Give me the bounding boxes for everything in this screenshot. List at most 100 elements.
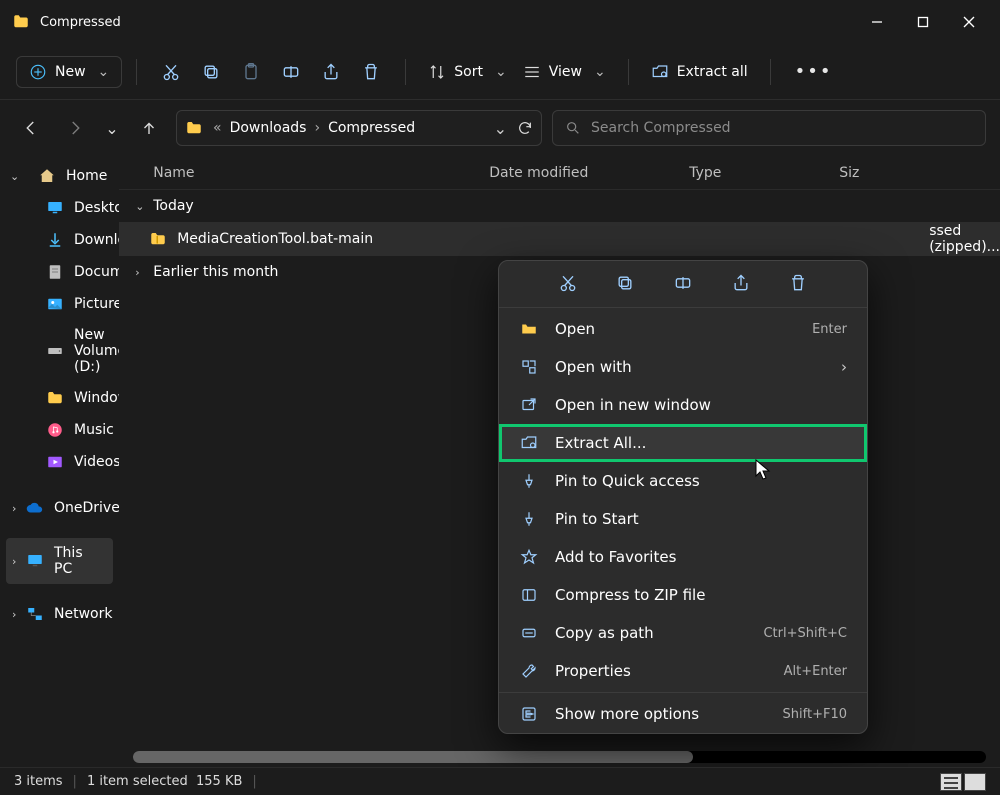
icons-view-icon[interactable] [964, 773, 986, 791]
path-icon [519, 623, 539, 643]
forward-button[interactable] [58, 111, 92, 145]
group-today[interactable]: ⌄ Today [119, 190, 1000, 222]
chevron-right-icon: › [12, 502, 16, 515]
close-button[interactable] [946, 0, 992, 44]
chevron-down-icon[interactable]: ⌄ [494, 119, 507, 138]
file-type: ssed (zipped)... [929, 223, 1000, 255]
sidebar-item-documents[interactable]: Documents 📌 [6, 256, 113, 288]
column-date[interactable]: Date modified [489, 165, 689, 181]
ctx-copy-button[interactable] [613, 271, 637, 295]
search-icon [565, 120, 581, 136]
ctx-copypath[interactable]: Copy as path Ctrl+Shift+C [499, 614, 867, 652]
column-name[interactable]: Name [119, 165, 489, 181]
chevron-down-icon: ⌄ [594, 64, 606, 80]
sidebar-label: OneDrive - Personal [54, 500, 119, 516]
share-button[interactable] [311, 52, 351, 92]
delete-button[interactable] [351, 52, 391, 92]
sidebar-item-desktop[interactable]: Desktop 📌 [6, 192, 113, 224]
ctx-addfavorites[interactable]: Add to Favorites [499, 538, 867, 576]
group-label: Earlier this month [153, 264, 278, 280]
ctx-open[interactable]: Open Enter [499, 310, 867, 348]
sidebar-item-pictures[interactable]: Pictures 📌 [6, 288, 113, 320]
ctx-newwindow[interactable]: Open in new window [499, 386, 867, 424]
more-icon [519, 704, 539, 724]
ctx-share-button[interactable] [729, 271, 753, 295]
ctx-label: Open [555, 320, 796, 338]
ctx-extractall[interactable]: Extract All... [499, 424, 867, 462]
breadcrumb-seg2[interactable]: Compressed [328, 120, 415, 136]
sidebar-item-windows[interactable]: Windows [6, 382, 113, 414]
chevron-right-icon: › [12, 608, 16, 621]
column-type[interactable]: Type [689, 165, 839, 181]
zip-icon [519, 585, 539, 605]
column-size[interactable]: Siz [839, 165, 899, 181]
documents-icon [46, 263, 64, 281]
recent-locations-button[interactable]: ⌄ [102, 111, 122, 145]
extract-all-button[interactable]: Extract all [643, 63, 756, 81]
sidebar-item-newvolume[interactable]: New Volume (D:) [6, 320, 113, 382]
column-headers: Name Date modified Type Siz [119, 156, 1000, 190]
ctx-properties[interactable]: Properties Alt+Enter [499, 652, 867, 690]
maximize-button[interactable] [900, 0, 946, 44]
sidebar-item-music[interactable]: Music [6, 414, 113, 446]
paste-button[interactable] [231, 52, 271, 92]
more-button[interactable]: ••• [785, 61, 843, 82]
wrench-icon [519, 661, 539, 681]
ctx-label: Extract All... [555, 434, 847, 452]
chevron-down-icon: ⌄ [98, 64, 110, 80]
openwith-icon [519, 357, 539, 377]
status-bar: 3 items | 1 item selected 155 KB | [0, 767, 1000, 795]
up-button[interactable] [132, 111, 166, 145]
context-menu: Open Enter Open with › Open in new windo… [498, 260, 868, 734]
file-row-selected[interactable]: MediaCreationTool.bat-main ssed (zipped)… [119, 222, 1000, 256]
sort-button[interactable]: Sort ⌄ [420, 63, 514, 81]
newwindow-icon [519, 395, 539, 415]
window-title: Compressed [40, 15, 121, 30]
view-button[interactable]: View ⌄ [515, 63, 614, 81]
ctx-openwith[interactable]: Open with › [499, 348, 867, 386]
ctx-showmore[interactable]: Show more options Shift+F10 [499, 695, 867, 733]
rename-button[interactable] [271, 52, 311, 92]
group-label: Today [153, 198, 194, 214]
horizontal-scrollbar[interactable] [133, 751, 986, 763]
ctx-rename-button[interactable] [671, 271, 695, 295]
ctx-label: Pin to Start [555, 510, 847, 528]
chevron-right-icon: › [12, 555, 16, 568]
search-input[interactable]: Search Compressed [552, 110, 986, 146]
sidebar-item-downloads[interactable]: Downloads 📌 [6, 224, 113, 256]
view-icon [523, 63, 541, 81]
minimize-button[interactable] [854, 0, 900, 44]
back-button[interactable] [14, 111, 48, 145]
drive-icon [46, 342, 64, 360]
sidebar-item-onedrive[interactable]: › OneDrive - Personal [6, 492, 113, 524]
sidebar-item-network[interactable]: › Network [6, 598, 113, 630]
address-bar[interactable]: « Downloads › Compressed ⌄ [176, 110, 542, 146]
ctx-compress[interactable]: Compress to ZIP file [499, 576, 867, 614]
sort-label: Sort [454, 64, 483, 80]
zip-folder-icon [149, 230, 167, 248]
ctx-hint: Ctrl+Shift+C [763, 626, 847, 641]
new-button[interactable]: New ⌄ [16, 56, 122, 88]
folder-icon [12, 13, 30, 31]
details-view-icon[interactable] [940, 773, 962, 791]
status-selected: 1 item selected [87, 774, 188, 789]
ctx-pinquickaccess[interactable]: Pin to Quick access [499, 462, 867, 500]
ctx-pinstart[interactable]: Pin to Start [499, 500, 867, 538]
sidebar-item-thispc[interactable]: › This PC [6, 538, 113, 584]
refresh-button[interactable] [517, 120, 533, 136]
view-toggle[interactable] [940, 773, 986, 791]
ctx-delete-button[interactable] [786, 271, 810, 295]
sidebar-label: Home [66, 168, 107, 184]
desktop-icon [46, 199, 64, 217]
sidebar-item-home[interactable]: ⌄ Home [6, 160, 113, 192]
videos-icon [46, 453, 64, 471]
cut-button[interactable] [151, 52, 191, 92]
ctx-cut-button[interactable] [556, 271, 580, 295]
plus-circle-icon [29, 63, 47, 81]
sidebar-item-videos[interactable]: Videos [6, 446, 113, 478]
chevron-down-icon: ⌄ [135, 200, 147, 213]
copy-button[interactable] [191, 52, 231, 92]
sidebar-label: Downloads [74, 232, 119, 248]
extract-icon [651, 63, 669, 81]
breadcrumb-seg1[interactable]: Downloads [230, 120, 307, 136]
